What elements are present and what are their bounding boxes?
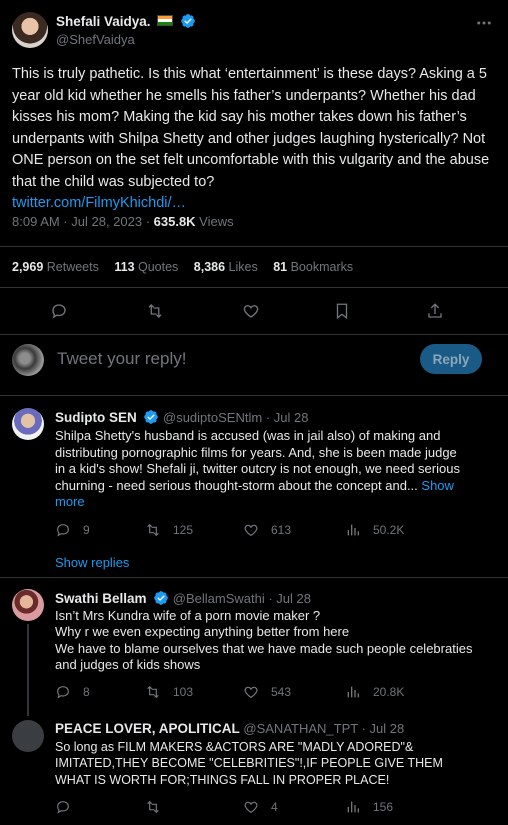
reply-action-views[interactable]: 20.8K [345, 684, 404, 700]
retweet-icon [147, 523, 159, 537]
share-icon[interactable] [426, 302, 444, 320]
reply-text: So long as FILM MAKERS &ACTORS ARE "MADL… [55, 740, 443, 787]
reply-actions: 9 125 613 50.2K [55, 522, 475, 538]
reply-action-retweet[interactable]: 103 [145, 684, 243, 700]
reply-handle[interactable]: @SANATHAN_TPT [243, 721, 358, 736]
author-display-name[interactable]: Shefali Vaidya. [56, 14, 151, 29]
reply-handle[interactable]: @BellamSwathi [173, 591, 265, 606]
reply-header: Swathi Bellam @BellamSwathi · Jul 28 [55, 590, 311, 606]
reply-text: Shilpa Shetty's husband is accused (was … [55, 428, 460, 493]
likes-stat[interactable]: 8,386 Likes [194, 260, 258, 274]
reply-action-views[interactable]: 156 [345, 799, 393, 815]
views-count: 635.8K [153, 214, 196, 229]
reply-author-name[interactable]: Sudipto SEN [55, 410, 137, 425]
author-name-row[interactable]: Shefali Vaidya. [56, 13, 196, 29]
engagement-stats: 2,969 Retweets 113 Quotes 8,386 Likes 81… [12, 260, 353, 274]
views-icon [347, 524, 359, 536]
verified-icon [143, 409, 159, 425]
retweets-stat[interactable]: 2,969 Retweets [12, 260, 99, 274]
reply-input[interactable]: Tweet your reply! [57, 349, 186, 369]
author-handle[interactable]: @ShefVaidya [56, 32, 135, 47]
verified-icon [180, 13, 196, 29]
reply-action-views[interactable]: 50.2K [345, 522, 404, 538]
reply-button[interactable]: Reply [420, 344, 482, 374]
reply-icon [57, 524, 69, 537]
reply-icon [57, 801, 69, 814]
reply-action-reply[interactable]: 9 [55, 522, 145, 538]
reply-text-block: Isn’t Mrs Kundra wife of a porn movie ma… [55, 608, 475, 673]
reply-action-retweet[interactable]: 125 [145, 522, 243, 538]
reply-icon[interactable] [50, 302, 68, 320]
views-icon [347, 686, 359, 698]
reply-header: PEACE LOVER, APOLITICAL @SANATHAN_TPT · … [55, 721, 405, 736]
tweet-link[interactable]: twitter.com/FilmyKhichdi/… [12, 193, 492, 215]
more-icon[interactable] [475, 14, 493, 32]
show-replies-link[interactable]: Show replies [55, 555, 129, 570]
reply-text-line: Isn’t Mrs Kundra wife of a porn movie ma… [55, 608, 321, 623]
views-label: Views [195, 214, 234, 229]
reply-header: Sudipto SEN @sudiptoSENtlm · Jul 28 [55, 409, 309, 425]
reply-action-retweet[interactable] [145, 799, 243, 815]
reply-avatar[interactable] [12, 408, 44, 440]
reply-text-line: We have to blame ourselves that we have … [55, 640, 473, 672]
retweet-icon [147, 800, 159, 814]
reply-actions: 4 156 [55, 799, 475, 815]
retweet-icon[interactable] [146, 302, 164, 320]
like-icon [244, 801, 258, 814]
reply-actions: 8 103 543 20.8K [55, 684, 475, 700]
bookmarks-stat[interactable]: 81 Bookmarks [273, 260, 353, 274]
tweet-text: This is truly pathetic. Is this what ‘en… [12, 66, 490, 190]
reply-action-reply[interactable]: 8 [55, 684, 145, 700]
reply-action-like[interactable]: 613 [243, 522, 345, 538]
reply-avatar[interactable] [12, 720, 44, 752]
tweet-text-block: This is truly pathetic. Is this what ‘en… [12, 64, 492, 215]
reply-action-like[interactable]: 543 [243, 684, 345, 700]
reply-date[interactable]: Jul 28 [276, 591, 311, 606]
reply-icon [57, 686, 69, 699]
verified-icon [153, 590, 169, 606]
like-icon [244, 686, 258, 699]
reply-action-like[interactable]: 4 [243, 799, 345, 815]
reply-text-line: Why r we even expecting anything better … [55, 624, 350, 640]
reply-author-name[interactable]: PEACE LOVER, APOLITICAL [55, 721, 240, 736]
thread-line [27, 624, 29, 716]
reply-avatar[interactable] [12, 589, 44, 621]
like-icon[interactable] [242, 302, 260, 320]
retweet-icon [147, 685, 159, 699]
reply-author-name[interactable]: Swathi Bellam [55, 591, 147, 606]
bookmark-icon[interactable] [333, 302, 351, 320]
reply-text-block: Shilpa Shetty's husband is accused (was … [55, 428, 470, 511]
views-icon [347, 801, 359, 813]
tweet-timestamp[interactable]: 8:09 AM · Jul 28, 2023 · [12, 214, 154, 229]
reply-action-reply[interactable] [55, 799, 145, 815]
reply-handle[interactable]: @sudiptoSENtlm [163, 410, 262, 425]
quotes-stat[interactable]: 113 Quotes [114, 260, 178, 274]
reply-date[interactable]: Jul 28 [370, 721, 405, 736]
author-avatar[interactable] [12, 12, 48, 48]
my-avatar [12, 344, 44, 376]
like-icon [244, 524, 258, 537]
reply-date[interactable]: Jul 28 [274, 410, 309, 425]
tweet-meta: 8:09 AM · Jul 28, 2023 · 635.8K Views [12, 214, 234, 229]
india-flag-icon [157, 15, 174, 26]
